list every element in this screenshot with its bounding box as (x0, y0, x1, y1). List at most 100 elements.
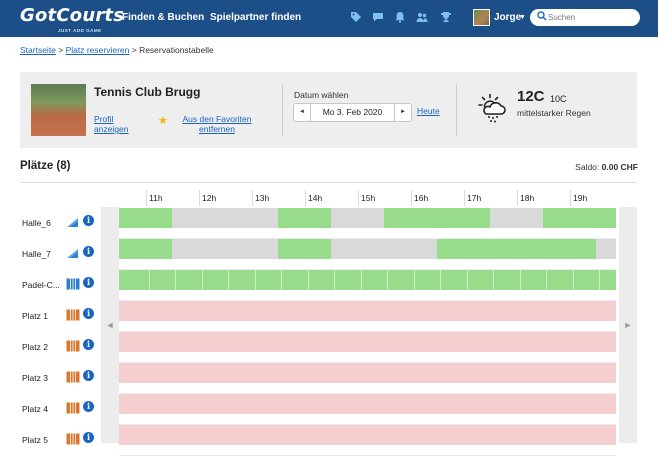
padel-court-icon (66, 277, 80, 291)
users-icon[interactable] (416, 11, 428, 23)
time-slot-free[interactable] (543, 239, 596, 259)
time-slot-booked (225, 208, 278, 228)
scroll-right-button[interactable]: ► (619, 207, 637, 443)
time-slot-free[interactable] (384, 208, 437, 228)
court-name[interactable]: Padel-C... (22, 280, 60, 290)
time-slot-closed (172, 425, 225, 445)
time-slot-free[interactable] (490, 270, 543, 290)
search-box (530, 9, 640, 26)
court-row: Platz 4 i (0, 394, 658, 425)
court-name[interactable]: Halle_7 (22, 249, 51, 259)
bell-icon[interactable] (394, 11, 406, 23)
club-photo[interactable] (31, 84, 86, 136)
time-slot-free[interactable] (490, 239, 543, 259)
time-slot-free[interactable] (119, 270, 172, 290)
time-slot-free[interactable] (331, 270, 384, 290)
time-slot-free[interactable] (437, 270, 490, 290)
hour-tick (570, 190, 571, 206)
court-row: Halle_7 i (0, 239, 658, 270)
time-slot-closed (437, 332, 490, 352)
breadcrumb-reserve[interactable]: Platz reservieren (66, 45, 130, 55)
nav-find-partner[interactable]: Spielpartner finden (210, 12, 301, 23)
time-slot-closed (278, 332, 331, 352)
hour-label: 18h (520, 193, 535, 203)
time-slot-free[interactable] (278, 208, 331, 228)
time-slot-free[interactable] (119, 239, 172, 259)
time-slot-free[interactable] (172, 270, 225, 290)
chat-icon[interactable] (372, 11, 384, 23)
time-slot-free[interactable] (278, 239, 331, 259)
time-slot-closed (225, 425, 278, 445)
time-slot-closed (437, 425, 490, 445)
row-spacer (119, 445, 616, 456)
user-menu[interactable]: Jorge (494, 12, 521, 23)
time-slot-free[interactable] (225, 270, 278, 290)
hour-label: 16h (414, 193, 429, 203)
breadcrumb-sep: > (55, 45, 66, 55)
info-icon[interactable]: i (83, 215, 94, 226)
chevron-down-icon[interactable]: ▼ (519, 14, 526, 21)
court-name[interactable]: Platz 4 (22, 404, 48, 414)
info-icon[interactable]: i (83, 432, 94, 443)
time-slot-free[interactable] (543, 208, 596, 228)
info-icon[interactable]: i (83, 339, 94, 350)
search-icon (537, 11, 547, 21)
court-name[interactable]: Platz 1 (22, 311, 48, 321)
info-icon[interactable]: i (83, 277, 94, 288)
temperature-high: 12C (517, 88, 545, 105)
remove-favorite-link[interactable]: Aus den Favoriten entfernen (172, 114, 262, 134)
time-slot-closed (172, 363, 225, 383)
slot-divider (387, 270, 388, 290)
date-value[interactable]: Mo 3. Feb 2020 (311, 104, 394, 121)
clay-court-icon (66, 339, 80, 353)
row-spacer (119, 383, 616, 394)
row-spacer (119, 414, 616, 425)
slot-divider (413, 270, 415, 290)
info-icon[interactable]: i (83, 401, 94, 412)
time-slot-closed (331, 363, 384, 383)
top-nav: GotCourts JUST ADD GAME Finden & Buchen … (0, 0, 658, 37)
hour-tick (464, 190, 465, 206)
avatar[interactable] (473, 9, 490, 26)
court-name[interactable]: Platz 3 (22, 373, 48, 383)
court-name[interactable]: Platz 2 (22, 342, 48, 352)
logo-tagline: JUST ADD GAME (58, 28, 102, 33)
time-slot-closed (543, 301, 596, 321)
time-slot-closed (384, 425, 437, 445)
search-input[interactable] (548, 9, 634, 26)
time-slot-free[interactable] (384, 270, 437, 290)
time-slot-free[interactable] (437, 239, 490, 259)
court-row: Padel-C... i (0, 270, 658, 301)
time-slot-free[interactable] (437, 208, 490, 228)
time-slot-free[interactable] (278, 270, 331, 290)
slot-divider (519, 270, 521, 290)
time-slot-closed (119, 363, 172, 383)
time-slot-closed (384, 301, 437, 321)
row-spacer (119, 321, 616, 332)
star-icon[interactable]: ★ (158, 114, 168, 127)
info-icon[interactable]: i (83, 308, 94, 319)
info-icon[interactable]: i (83, 246, 94, 257)
time-slot-closed (278, 394, 331, 414)
breadcrumb-home[interactable]: Startseite (20, 45, 56, 55)
prev-day-button[interactable]: ◄ (294, 104, 311, 121)
scroll-left-button[interactable]: ◄ (101, 207, 119, 443)
time-slot-closed (331, 394, 384, 414)
logo[interactable]: GotCourts (20, 5, 124, 26)
court-name[interactable]: Halle_6 (22, 218, 51, 228)
time-slot-closed (331, 301, 384, 321)
next-day-button[interactable]: ► (394, 104, 411, 121)
trophy-icon[interactable] (440, 11, 452, 23)
time-slot-free[interactable] (596, 208, 616, 228)
time-slot-closed (437, 363, 490, 383)
hour-label: 14h (308, 193, 323, 203)
today-link[interactable]: Heute (417, 106, 440, 116)
time-slot-free[interactable] (119, 208, 172, 228)
slot-divider (466, 270, 468, 290)
nav-find-book[interactable]: Finden & Buchen (122, 12, 204, 23)
tag-icon[interactable] (350, 11, 362, 23)
profile-link[interactable]: Profil anzeigen (94, 114, 144, 134)
time-slot-free[interactable] (543, 270, 596, 290)
info-icon[interactable]: i (83, 370, 94, 381)
court-name[interactable]: Platz 5 (22, 435, 48, 445)
